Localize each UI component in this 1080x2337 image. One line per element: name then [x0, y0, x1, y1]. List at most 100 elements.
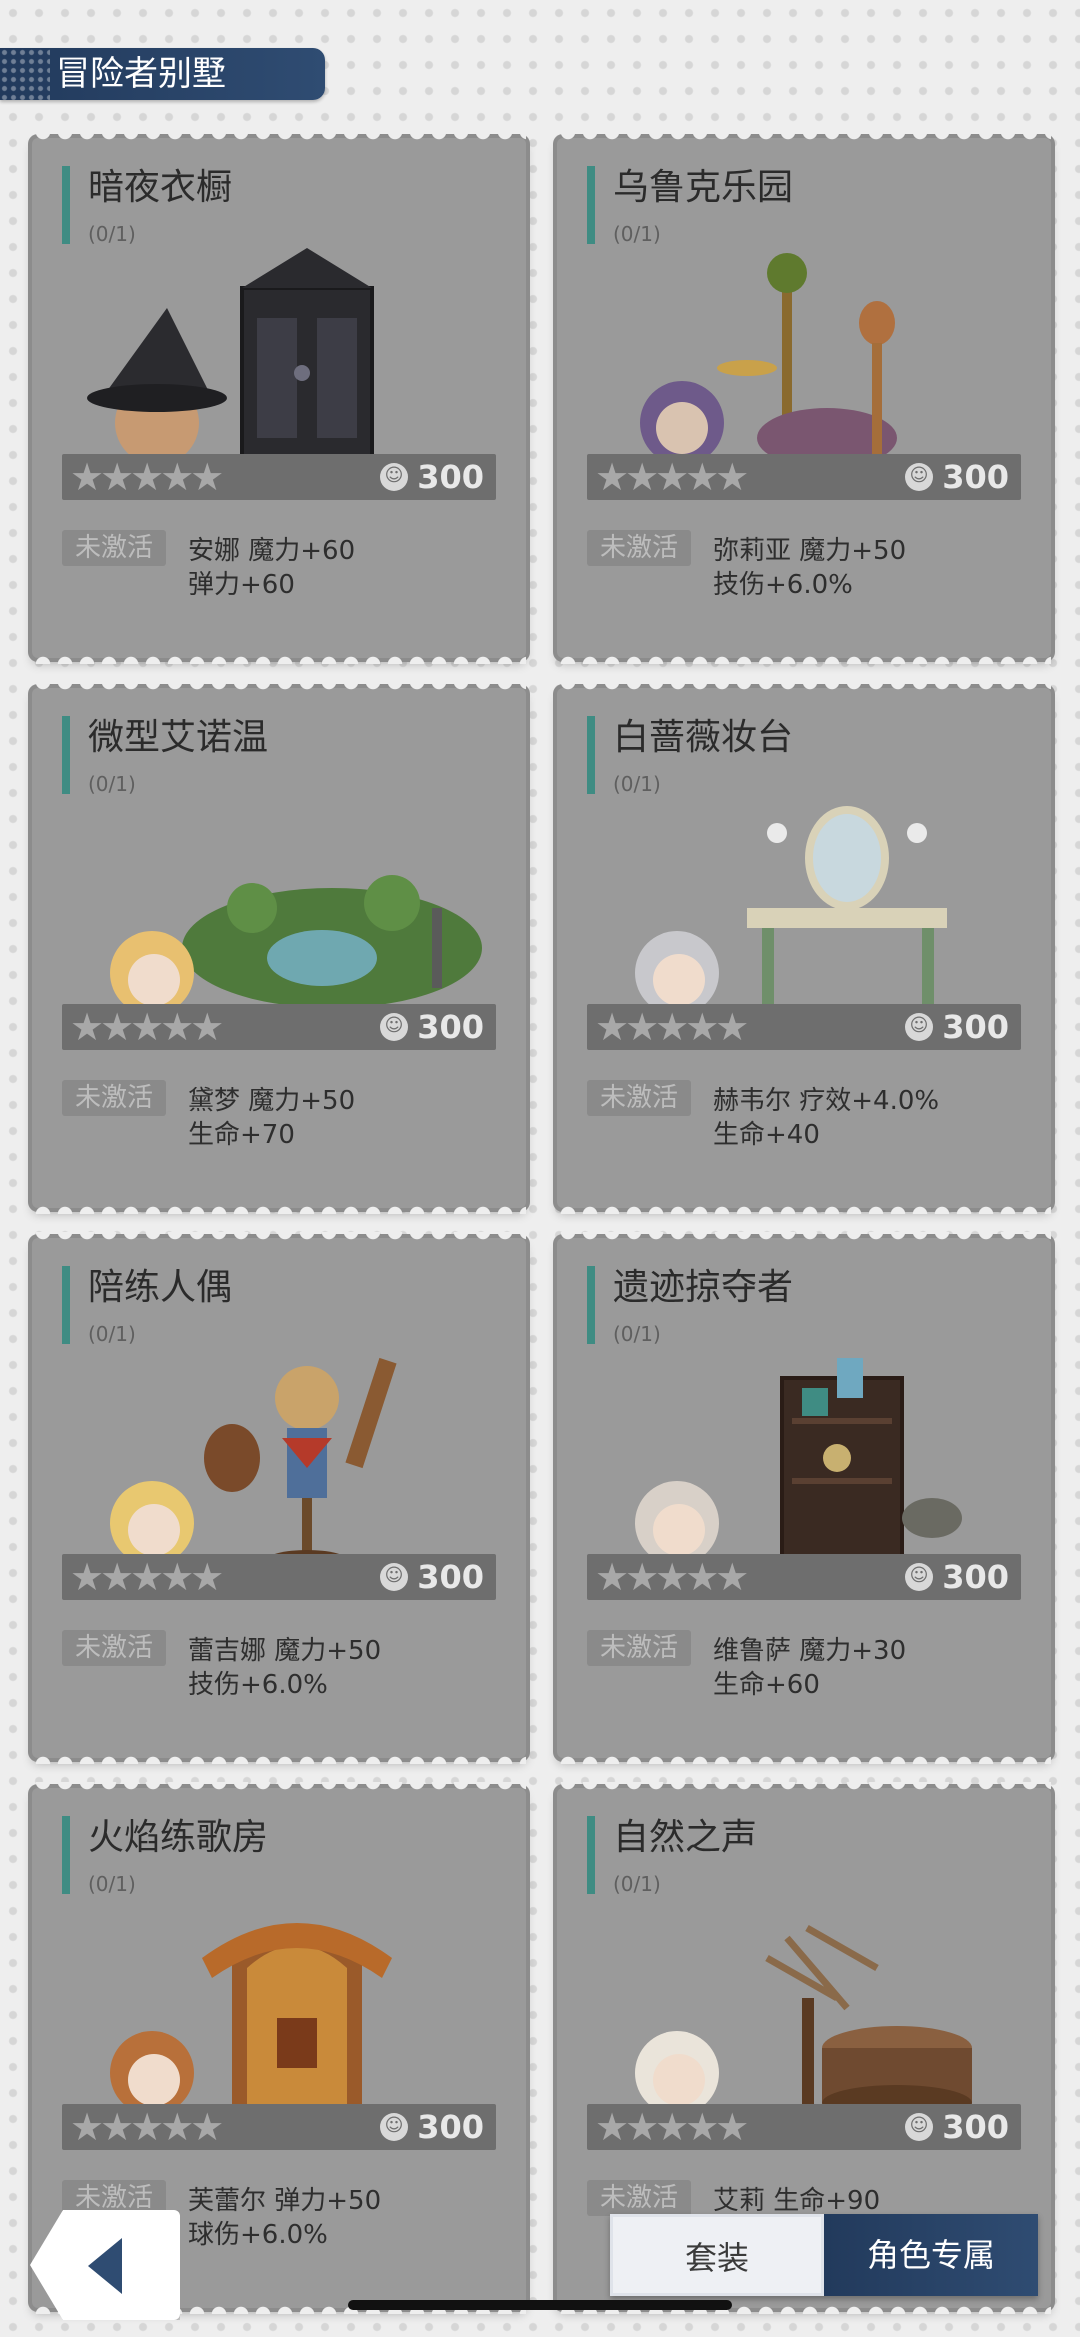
- cost-value: 300: [942, 458, 1009, 496]
- card-title: 火焰练歌房: [88, 1817, 269, 1858]
- stat-line-1: 赫韦尔 疗效+4.0%: [713, 1086, 940, 1116]
- rating-bar: ★★★★★ ☺ 300: [62, 2104, 496, 2150]
- rating-bar: ★★★★★ ☺ 300: [587, 2104, 1021, 2150]
- furniture-card[interactable]: 乌鲁克乐园 (0/1) ★★★★★ ☺ 300 未激活 弥莉亚 魔力+50 技伤…: [557, 132, 1051, 664]
- stat-line-1: 弥莉亚 魔力+50: [713, 536, 907, 566]
- title-accent-bar: [587, 1266, 595, 1344]
- page-title: 冒险者别墅: [56, 54, 226, 94]
- title-accent-bar: [587, 716, 595, 794]
- training-dummy-illustration: [110, 1357, 397, 1570]
- card-title: 微型艾诺温: [88, 717, 269, 758]
- status-badge: 未激活: [62, 530, 166, 566]
- rating-bar: ★★★★★ ☺ 300: [62, 454, 496, 500]
- furniture-card[interactable]: 遗迹掠夺者 (0/1) ★★★★★ ☺ 300 未激活 维鲁萨 魔力+30 生命…: [557, 1232, 1051, 1764]
- star-rating: ★★★★★: [70, 2105, 224, 2149]
- card-count: (0/1): [88, 1872, 136, 1896]
- coin-icon: ☺: [905, 463, 933, 491]
- cost-value: 300: [417, 2108, 484, 2146]
- status-badge: 未激活: [62, 1080, 166, 1116]
- header-dot-pattern: [0, 48, 50, 100]
- title-accent-bar: [587, 166, 595, 244]
- rating-bar: ★★★★★ ☺ 300: [62, 1004, 496, 1050]
- coin-icon: ☺: [380, 463, 408, 491]
- star-rating: ★★★★★: [595, 1555, 749, 1599]
- cost-value: 300: [942, 2108, 1009, 2146]
- status-badge: 未激活: [587, 1080, 691, 1116]
- card-count: (0/1): [613, 1322, 661, 1346]
- card-title: 乌鲁克乐园: [613, 167, 794, 208]
- star-rating: ★★★★★: [70, 455, 224, 499]
- coin-icon: ☺: [905, 1563, 933, 1591]
- title-accent-bar: [587, 1816, 595, 1894]
- stat-line-1: 安娜 魔力+60: [188, 536, 356, 566]
- rating-bar: ★★★★★ ☺ 300: [62, 1554, 496, 1600]
- furniture-card[interactable]: 白蔷薇妆台 (0/1) ★★★★★ ☺ 300 未激活 赫韦尔 疗效+4.0% …: [557, 682, 1051, 1214]
- stat-line-2: 球伤+6.0%: [188, 2220, 328, 2250]
- card-title: 自然之声: [613, 1817, 758, 1858]
- card-title: 白蔷薇妆台: [613, 717, 794, 758]
- furniture-card[interactable]: 暗夜衣橱 (0/1) ★★★★★ ☺ 300 未激活 安娜 魔力+60 弹力+6…: [32, 132, 526, 664]
- title-accent-bar: [62, 716, 70, 794]
- card-title: 陪练人偶: [88, 1267, 233, 1308]
- title-accent-bar: [62, 1816, 70, 1894]
- rose-vanity-illustration: [635, 806, 947, 1023]
- card-count: (0/1): [88, 222, 136, 246]
- mini-garden-illustration: [110, 875, 482, 1015]
- relic-shelf-illustration: [635, 1358, 962, 1575]
- uruk-playground-illustration: [640, 253, 897, 468]
- card-count: (0/1): [613, 1872, 661, 1896]
- tree-stump-illustration: [635, 1924, 972, 2121]
- witch-wardrobe-illustration: [87, 248, 374, 475]
- status-badge: 未激活: [62, 1630, 166, 1666]
- tab-character-exclusive[interactable]: 角色专属: [824, 2214, 1038, 2296]
- status-badge: 未激活: [587, 2180, 691, 2216]
- coin-icon: ☺: [905, 2113, 933, 2141]
- tab-set[interactable]: 套装: [610, 2214, 824, 2296]
- cost-value: 300: [417, 1008, 484, 1046]
- stat-line-2: 技伤+6.0%: [713, 570, 853, 600]
- card-count: (0/1): [613, 222, 661, 246]
- stat-line-2: 弹力+60: [188, 570, 295, 600]
- card-title: 遗迹掠夺者: [613, 1267, 794, 1308]
- stat-line-2: 生命+60: [713, 1670, 820, 1700]
- cost-value: 300: [417, 458, 484, 496]
- star-rating: ★★★★★: [70, 1555, 224, 1599]
- star-rating: ★★★★★: [595, 455, 749, 499]
- cost-value: 300: [417, 1558, 484, 1596]
- coin-icon: ☺: [905, 1013, 933, 1041]
- furniture-card[interactable]: 微型艾诺温 (0/1) ★★★★★ ☺ 300 未激活 黛梦 魔力+50 生命+…: [32, 682, 526, 1214]
- stat-line-1: 蕾吉娜 魔力+50: [188, 1636, 382, 1666]
- stat-line-1: 芙蕾尔 弹力+50: [188, 2186, 382, 2216]
- stat-line-2: 技伤+6.0%: [188, 1670, 328, 1700]
- furniture-card[interactable]: 陪练人偶 (0/1) ★★★★★ ☺ 300 未激活 蕾吉娜 魔力+50 技伤+…: [32, 1232, 526, 1764]
- card-count: (0/1): [88, 772, 136, 796]
- flame-booth-illustration: [110, 1923, 392, 2123]
- back-arrow-icon: [88, 2238, 122, 2294]
- page-title-tab: 冒险者别墅: [0, 48, 325, 100]
- coin-icon: ☺: [380, 1563, 408, 1591]
- card-title: 暗夜衣橱: [88, 167, 233, 208]
- rating-bar: ★★★★★ ☺ 300: [587, 1554, 1021, 1600]
- title-accent-bar: [62, 166, 70, 244]
- card-count: (0/1): [88, 1322, 136, 1346]
- stat-line-1: 维鲁萨 魔力+30: [713, 1636, 907, 1666]
- cost-value: 300: [942, 1008, 1009, 1046]
- stat-line-2: 生命+40: [713, 1120, 820, 1150]
- card-count: (0/1): [613, 772, 661, 796]
- coin-icon: ☺: [380, 1013, 408, 1041]
- stat-line-2: 生命+70: [188, 1120, 295, 1150]
- rating-bar: ★★★★★ ☺ 300: [587, 1004, 1021, 1050]
- cost-value: 300: [942, 1558, 1009, 1596]
- star-rating: ★★★★★: [70, 1005, 224, 1049]
- coin-icon: ☺: [380, 2113, 408, 2141]
- stat-line-1: 黛梦 魔力+50: [188, 1086, 356, 1116]
- stat-line-1: 艾莉 生命+90: [713, 2186, 881, 2216]
- title-accent-bar: [62, 1266, 70, 1344]
- status-badge: 未激活: [587, 530, 691, 566]
- rating-bar: ★★★★★ ☺ 300: [587, 454, 1021, 500]
- star-rating: ★★★★★: [595, 2105, 749, 2149]
- status-badge: 未激活: [587, 1630, 691, 1666]
- star-rating: ★★★★★: [595, 1005, 749, 1049]
- home-indicator[interactable]: [348, 2300, 732, 2310]
- category-toggle[interactable]: 套装 角色专属: [610, 2214, 1038, 2296]
